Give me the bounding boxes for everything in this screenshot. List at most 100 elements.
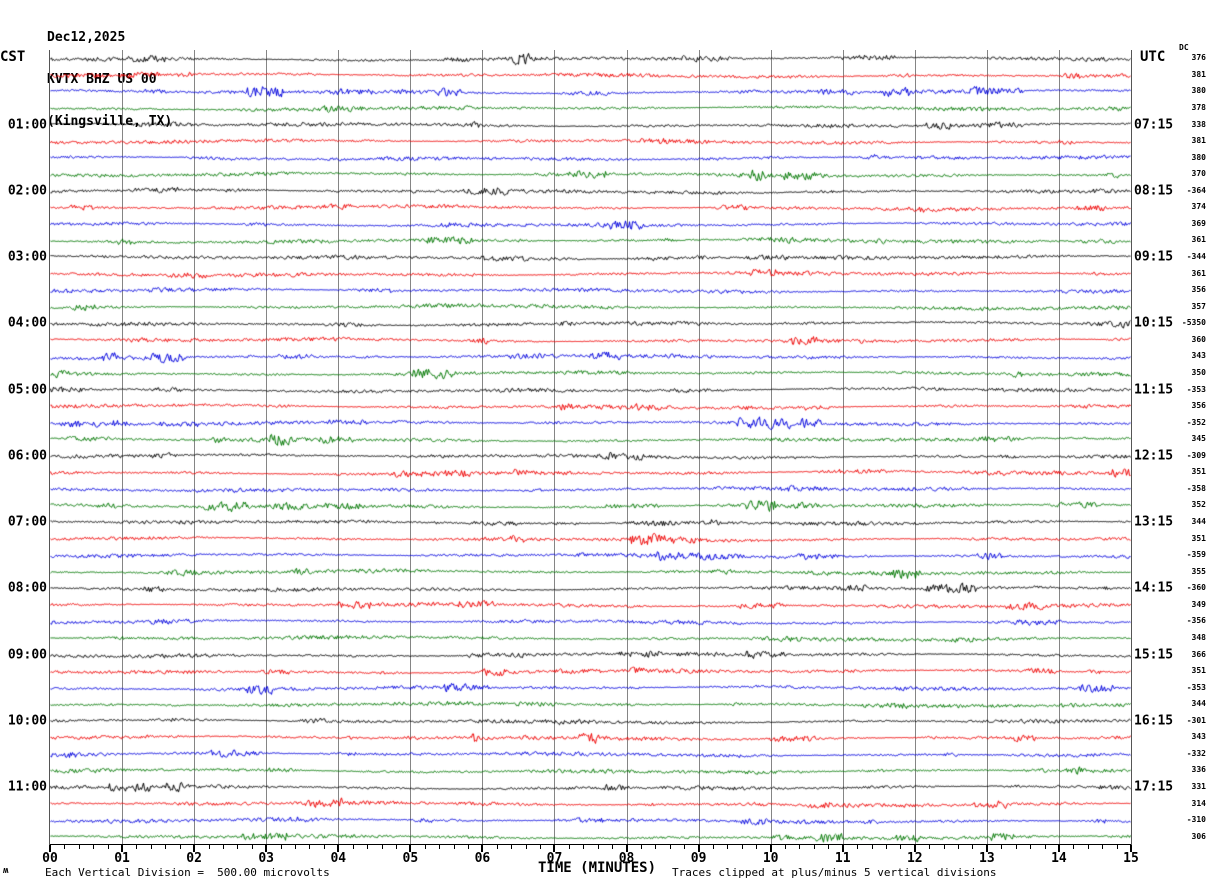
- plot-area: [49, 50, 1132, 845]
- dc-value: 378: [1191, 103, 1206, 113]
- minute-tick-minor: [972, 845, 974, 849]
- minute-tick-minor: [381, 845, 383, 849]
- dc-value: 370: [1191, 169, 1206, 179]
- minute-tick-minor: [713, 845, 714, 849]
- minute-tick-minor: [597, 845, 599, 849]
- dc-value: -301: [1186, 715, 1206, 725]
- dc-value: 380: [1191, 86, 1206, 96]
- hour-label-cst: 10:00: [7, 713, 47, 729]
- minute-tick-label: 11: [834, 851, 851, 866]
- hour-label-utc: 10:15: [1134, 315, 1174, 331]
- minute-tick-minor: [467, 845, 469, 849]
- dc-value: 374: [1191, 202, 1206, 212]
- minute-tick-minor: [583, 845, 585, 849]
- dc-value: 376: [1191, 53, 1206, 63]
- dc-value: -5350: [1181, 318, 1206, 328]
- minute-tick-label: 00: [42, 851, 58, 866]
- hour-label-utc: 11:15: [1134, 382, 1174, 398]
- minute-tick-minor: [1015, 845, 1017, 849]
- dc-value: 338: [1191, 119, 1206, 129]
- minute-tick-label: 05: [402, 851, 419, 866]
- minute-tick-minor: [1001, 845, 1003, 849]
- minute-tick-minor: [857, 845, 859, 849]
- minute-tick-minor: [684, 845, 686, 849]
- minute-tick-label: 09: [690, 851, 707, 866]
- plot-right-border: [1131, 50, 1132, 845]
- dc-value: 381: [1191, 136, 1206, 146]
- hour-label-cst: 11:00: [7, 779, 47, 795]
- minute-tick-minor: [352, 845, 354, 849]
- hour-label-utc: 16:15: [1134, 713, 1174, 729]
- minute-tick-minor: [280, 845, 282, 849]
- minute-tick-minor: [885, 845, 887, 849]
- hour-label-cst: 05:00: [7, 382, 47, 398]
- plot-left-border: [49, 50, 50, 845]
- minute-tick-minor: [900, 845, 902, 849]
- minute-tick-minor: [568, 845, 570, 849]
- division-note: Each Vertical Division = 500.00 microvol…: [45, 866, 330, 879]
- dc-value: -358: [1186, 483, 1206, 493]
- minute-tick-minor: [799, 845, 801, 849]
- dc-value: -353: [1186, 682, 1206, 692]
- minute-tick-minor: [727, 845, 729, 849]
- dc-value: 356: [1191, 401, 1206, 411]
- minute-tick-label: 13: [979, 851, 995, 866]
- minute-tick-minor: [1030, 845, 1032, 849]
- dc-value: 355: [1191, 566, 1206, 576]
- logo-mark: ʍ: [3, 866, 9, 876]
- minute-tick-minor: [453, 845, 455, 849]
- dc-value: 349: [1191, 599, 1206, 609]
- hour-label-utc: 15:15: [1134, 647, 1174, 663]
- minute-tick-minor: [929, 845, 931, 849]
- dc-value: 350: [1191, 368, 1206, 378]
- minute-tick-label: 01: [114, 851, 130, 866]
- minute-tick-minor: [395, 845, 397, 849]
- minute-tick-minor: [208, 845, 210, 849]
- time-axis-title: TIME (MINUTES): [538, 860, 657, 876]
- minute-tick-minor: [1102, 845, 1104, 849]
- minute-tick-minor: [756, 845, 758, 849]
- minute-tick-minor: [655, 845, 657, 849]
- minute-tick-minor: [1044, 845, 1046, 849]
- hour-label-cst: 06:00: [7, 448, 47, 464]
- minute-tick-minor: [640, 845, 642, 849]
- dc-value: -364: [1186, 185, 1206, 195]
- minute-tick-label: 03: [258, 851, 275, 866]
- minute-tick-minor: [958, 845, 960, 849]
- dc-value: -360: [1186, 583, 1206, 593]
- minute-tick-minor: [669, 845, 671, 849]
- minute-tick-minor: [828, 845, 830, 849]
- minute-tick-label: 04: [330, 851, 347, 866]
- minute-tick-minor: [64, 845, 66, 849]
- dc-value: 348: [1191, 633, 1206, 643]
- dc-value: -332: [1186, 748, 1206, 758]
- dc-value: -309: [1186, 450, 1206, 460]
- hour-label-cst: 01:00: [7, 117, 47, 133]
- dc-value: 357: [1191, 301, 1206, 311]
- dc-value: 360: [1191, 334, 1206, 344]
- dc-value: -352: [1186, 417, 1206, 427]
- minute-tick-minor: [323, 845, 325, 849]
- minute-tick-minor: [165, 845, 167, 849]
- hour-label-cst: 02:00: [7, 183, 47, 199]
- hour-label-utc: 14:15: [1134, 580, 1174, 596]
- minute-tick-label: 06: [474, 851, 491, 866]
- minute-tick-minor: [78, 845, 80, 849]
- hour-label-cst: 08:00: [7, 580, 47, 596]
- dc-column-title: DC: [1179, 43, 1189, 52]
- dc-value: 361: [1191, 268, 1206, 278]
- minute-tick-minor: [309, 845, 311, 849]
- clip-note: Traces clipped at plus/minus 5 vertical …: [672, 866, 997, 879]
- hour-label-utc: 13:15: [1134, 514, 1174, 530]
- minute-tick-minor: [871, 845, 873, 849]
- hour-label-utc: 07:15: [1134, 117, 1174, 133]
- minute-tick-minor: [540, 845, 542, 849]
- dc-value: 345: [1191, 434, 1206, 444]
- dc-value: 344: [1191, 517, 1206, 527]
- plot-date: Dec12,2025: [47, 30, 126, 45]
- dc-value: -310: [1186, 815, 1206, 825]
- minute-tick-minor: [251, 845, 253, 849]
- dc-value: 380: [1191, 152, 1206, 162]
- dc-value: 336: [1191, 765, 1206, 775]
- dc-value: 366: [1191, 649, 1206, 659]
